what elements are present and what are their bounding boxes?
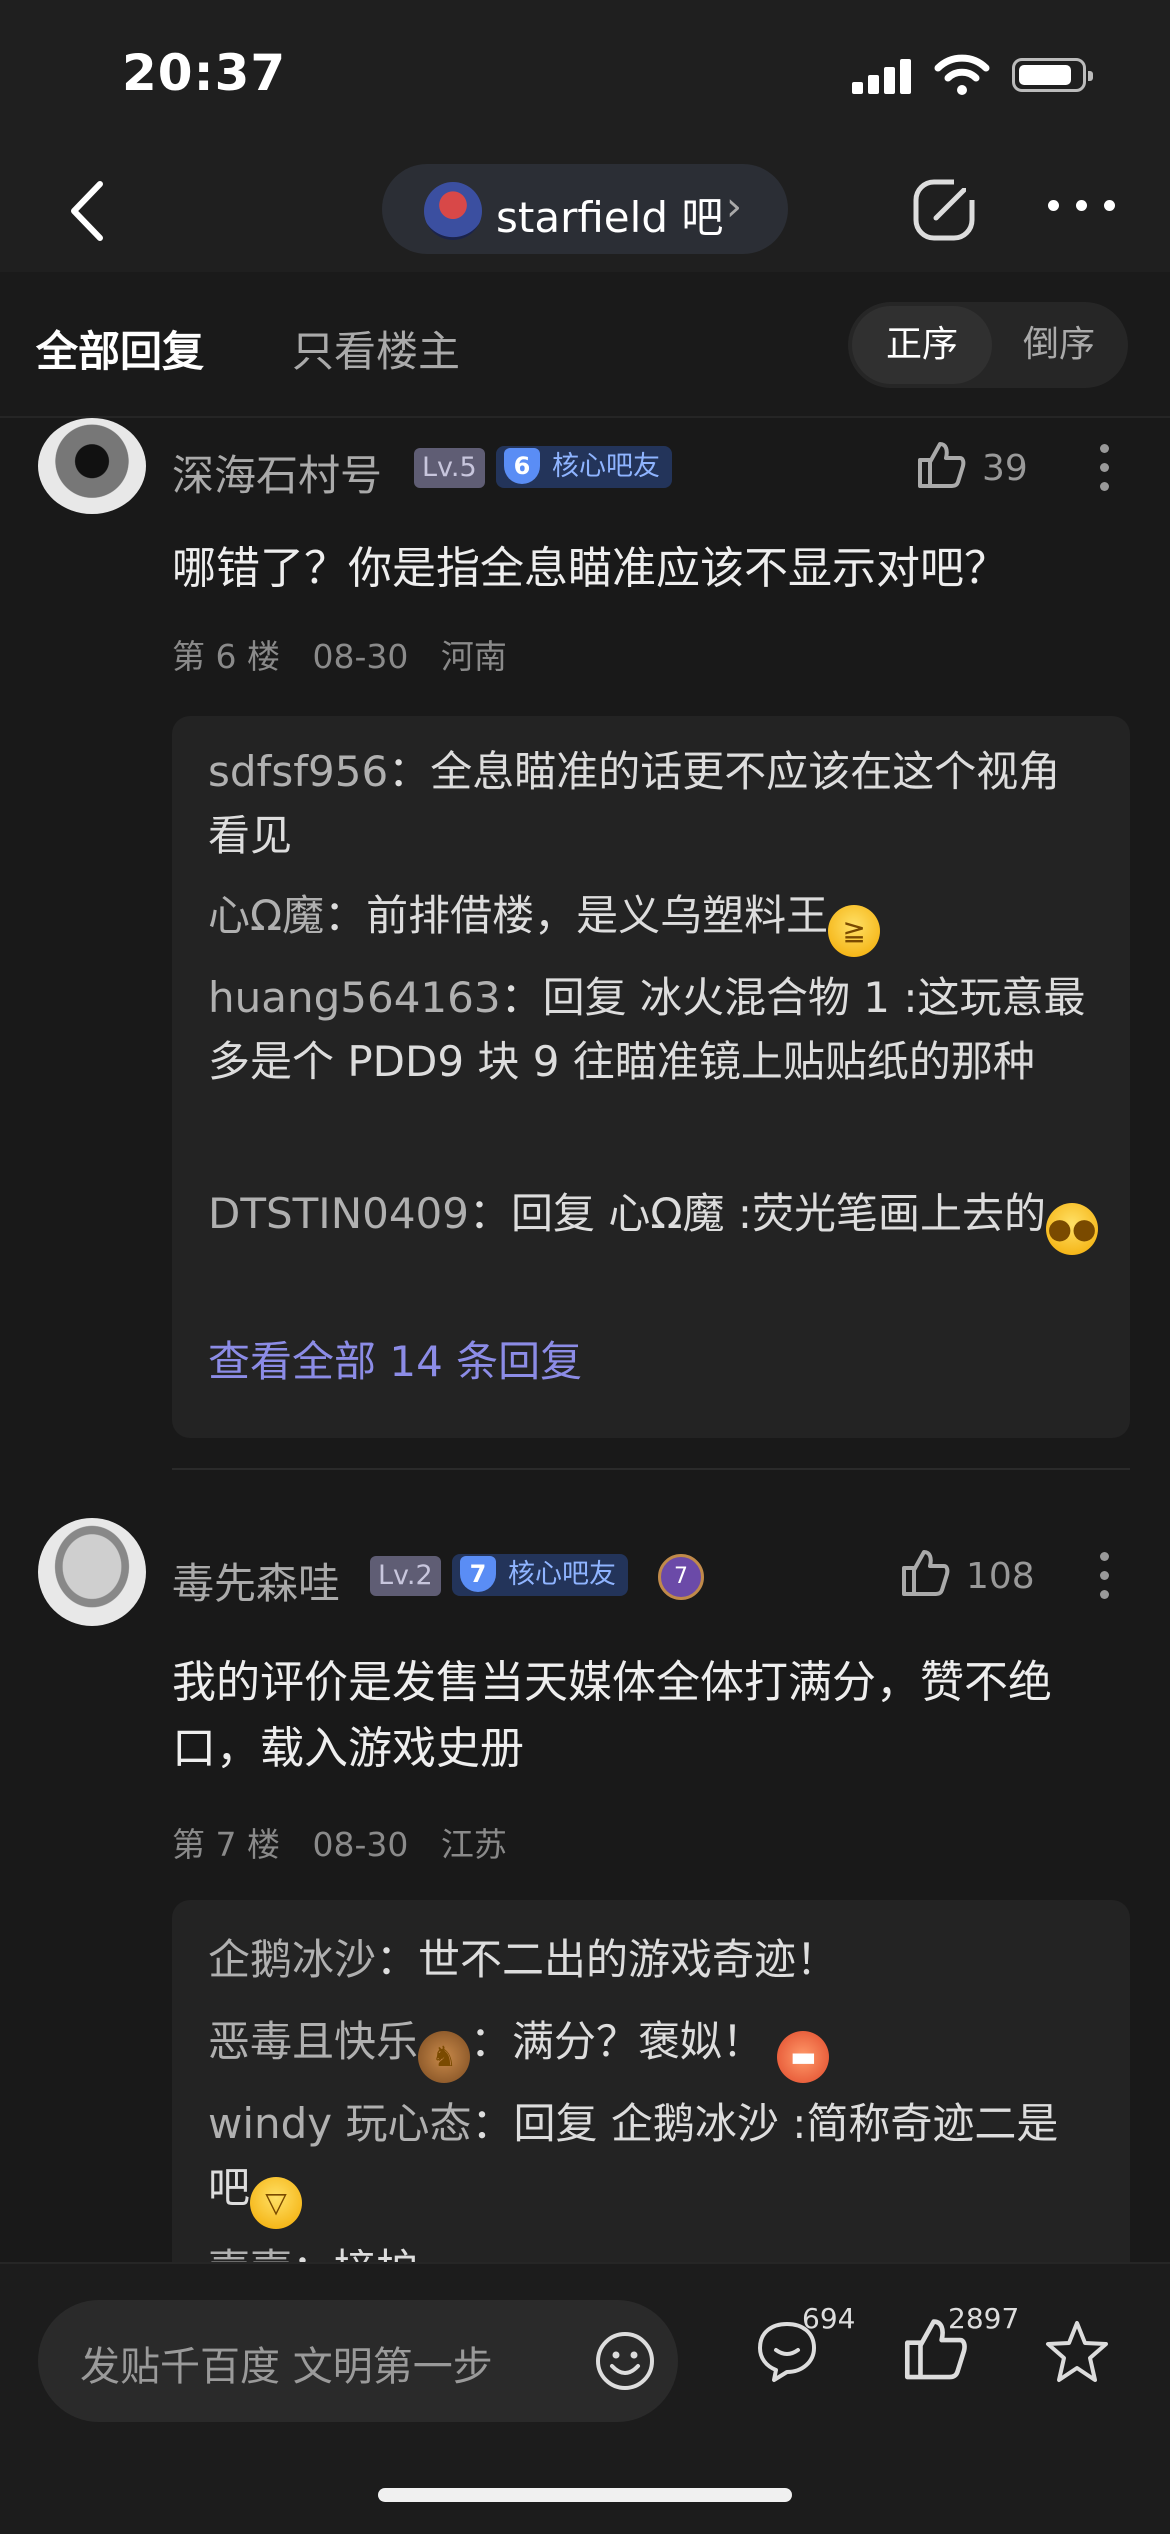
sub-reply: 恶毒且快乐 ♞ ：满分？褒姒！ ▬	[208, 2010, 1098, 2083]
username[interactable]: 毒先森哇	[172, 1550, 340, 1611]
tab-op-only[interactable]: 只看楼主	[292, 318, 460, 379]
wifi-icon	[934, 54, 990, 95]
sort-ascending-button[interactable]: 正序	[852, 306, 992, 384]
reply-username[interactable]: DTSTIN0409	[208, 1189, 469, 1238]
share-icon[interactable]	[910, 172, 982, 244]
sub-reply-box[interactable]: 企鹅冰沙：世不二出的游戏奇迹！ 恶毒且快乐 ♞ ：满分？褒姒！ ▬ windy 玩心…	[172, 1900, 1130, 2262]
post-content: 哪错了？你是指全息瞄准应该不显示对吧？	[172, 543, 1008, 594]
reply-input[interactable]: 发贴千百度 文明第一步	[38, 2300, 678, 2422]
horse-emoji-icon: ♞	[418, 2031, 471, 2083]
post-date: 08-30	[312, 1825, 409, 1864]
sunglasses-emoji-icon: ●●	[1045, 1203, 1098, 1255]
status-time: 20:37	[122, 44, 287, 102]
core-member-badge: 6 核心吧友	[496, 446, 672, 488]
grimace-emoji-icon: ≧	[828, 905, 881, 957]
sub-reply: sdfsf956：全息瞄准的话更不应该在这个视角看见	[208, 747, 1061, 860]
comment-count: 694	[802, 2302, 856, 2335]
forum-entry-button[interactable]: starfield 吧 ›	[382, 164, 788, 254]
sort-descending-button[interactable]: 倒序	[994, 306, 1124, 384]
core-member-badge: 7 核心吧友	[452, 1554, 628, 1596]
thumbs-up-icon[interactable]	[900, 1548, 950, 1596]
post-more-button[interactable]	[1100, 444, 1110, 492]
post-divider	[172, 1468, 1130, 1470]
reply-username[interactable]: 恶毒且快乐	[208, 2017, 418, 2066]
floor-number: 第 7 楼	[172, 1825, 280, 1864]
sub-reply: windy 玩心态：回复 企鹅冰沙 :简称奇迹二是吧 ▽	[208, 2092, 1098, 2229]
nav-bar: starfield 吧 ›	[0, 150, 1170, 272]
post-location: 江苏	[440, 1825, 507, 1864]
sub-reply: 心Ω魔：前排借楼，是义乌塑料王 ≧	[208, 884, 1098, 957]
floor-number: 第 6 楼	[172, 637, 280, 676]
post-date: 08-30	[312, 637, 409, 676]
reply-text: 世不二出的游戏奇迹！	[418, 1935, 839, 1984]
sub-reply: DTSTIN0409：回复 心Ω魔 :荧光笔画上去的●●	[208, 1182, 1098, 1255]
reply-text: 满分？褒姒！	[512, 2017, 765, 2066]
sub-reply: 壹壹：接护	[208, 2238, 1098, 2262]
post-meta: 第 7 楼 08-30 江苏	[172, 1818, 507, 1866]
post-more-button[interactable]	[1100, 1552, 1110, 1600]
like-count: 108	[966, 1556, 1035, 1597]
username[interactable]: 深海石村号	[172, 442, 382, 503]
home-indicator[interactable]	[378, 2488, 792, 2502]
reply-username[interactable]: 心Ω魔	[208, 891, 324, 940]
sub-reply: huang564163：回复 冰火混合物 1 :这玩意最多是个 PDD9 块 9…	[208, 973, 1086, 1086]
post-like-count: 2897	[948, 2302, 1020, 2335]
reply-username[interactable]: windy 玩心态	[208, 2099, 472, 2148]
post-content: 我的评价是发售当天媒体全体打满分，赞不绝口，载入游戏史册	[172, 1657, 1052, 1774]
forum-name: starfield 吧	[496, 193, 724, 242]
reply-text: 接护	[334, 2245, 418, 2262]
status-bar: 20:37	[0, 0, 1170, 150]
avatar[interactable]	[38, 1518, 146, 1626]
sub-reply-box[interactable]: sdfsf956：全息瞄准的话更不应该在这个视角看见 心Ω魔：前排借楼，是义乌塑…	[172, 716, 1130, 1438]
reply-post: 深海石村号 Lv.5 6 核心吧友 39 哪错了？你是指全息瞄准应该不显示对吧？…	[0, 418, 1170, 1468]
post-meta: 第 6 楼 08-30 河南	[172, 630, 507, 678]
back-button[interactable]	[60, 178, 120, 244]
reply-username[interactable]: 壹壹	[208, 2245, 292, 2262]
emoji-picker-icon[interactable]	[594, 2330, 656, 2392]
laughing-emoji-icon: ▽	[250, 2177, 303, 2229]
sub-reply: 企鹅冰沙：世不二出的游戏奇迹！	[208, 1935, 839, 1984]
reply-username[interactable]: sdfsf956	[208, 747, 388, 796]
gem-icon: 7	[460, 1556, 496, 1592]
reply-text: 前排借楼，是义乌塑料王	[366, 891, 829, 940]
gem-icon: 6	[504, 448, 540, 484]
tab-all-replies[interactable]: 全部回复	[36, 318, 204, 379]
cellular-signal-icon	[852, 58, 912, 94]
reply-post: 毒先森哇 Lv.2 7 核心吧友 7 108 我的评价是发售当天媒体全体打满分，…	[0, 1518, 1170, 2262]
avatar[interactable]	[38, 418, 146, 514]
post-location: 河南	[440, 637, 507, 676]
sort-toggle: 正序 倒序	[848, 302, 1128, 388]
reply-username[interactable]: 企鹅冰沙	[208, 1935, 376, 1984]
level-badge: Lv.5	[414, 448, 485, 488]
view-all-replies-link[interactable]: 查看全部 14 条回复	[208, 1328, 582, 1389]
forum-avatar	[424, 182, 482, 240]
thumbs-up-icon[interactable]	[916, 440, 966, 488]
honor-badge: 7	[658, 1554, 704, 1600]
angry-emoji-icon: ▬	[777, 2031, 830, 2083]
reply-text: 回复 心Ω魔 :荧光笔画上去的	[511, 1189, 1046, 1238]
core-member-label: 核心吧友	[508, 1559, 616, 1590]
more-options-button[interactable]	[1048, 200, 1118, 220]
chevron-right-icon: ›	[726, 184, 742, 230]
like-count: 39	[982, 448, 1028, 489]
reply-input-placeholder: 发贴千百度 文明第一步	[80, 2344, 493, 2390]
battery-icon	[1012, 58, 1093, 92]
favorite-star-icon[interactable]	[1042, 2318, 1112, 2386]
reply-username[interactable]: huang564163	[208, 973, 501, 1022]
core-member-label: 核心吧友	[552, 451, 660, 482]
reply-filter-bar: 全部回复 只看楼主 正序 倒序	[0, 272, 1170, 418]
level-badge: Lv.2	[370, 1556, 441, 1596]
